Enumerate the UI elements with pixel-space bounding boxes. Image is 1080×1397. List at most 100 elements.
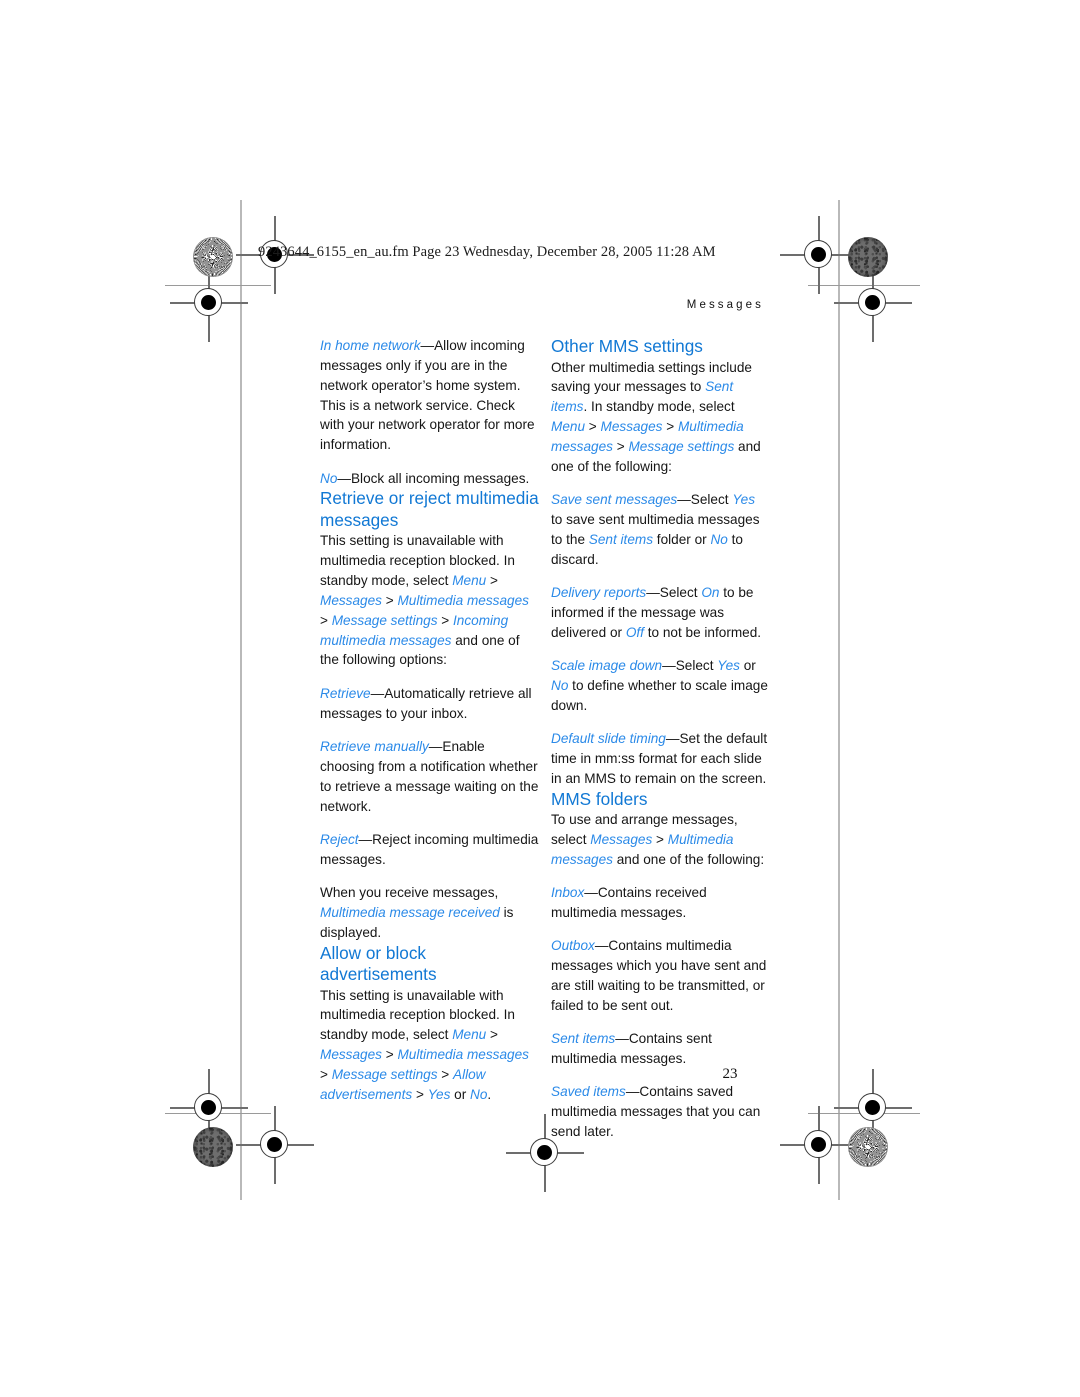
ui-term: No: [551, 677, 569, 693]
body-paragraph: When you receive messages, Multimedia me…: [320, 883, 539, 943]
body-paragraph: Delivery reports—Select On to be informe…: [551, 583, 770, 643]
path-separator: >: [381, 592, 398, 608]
right-column: Other MMS settings Other multimedia setti…: [551, 336, 770, 1142]
registration-dot: [267, 1137, 282, 1152]
registration-mark-bottom-right: [780, 1106, 858, 1184]
registration-mark-upper-right-margin: [834, 264, 912, 342]
registration-dot: [201, 295, 216, 310]
ui-term: Menu: [452, 573, 487, 589]
body-text: —Select: [662, 657, 718, 673]
body-text: or: [450, 1086, 471, 1102]
ui-term: Messages: [590, 831, 653, 847]
body-text: to define whether to scale image down.: [551, 677, 768, 713]
ui-term: Delivery reports: [551, 584, 647, 600]
registration-dot: [201, 1100, 216, 1115]
ui-term: Sent items: [551, 1031, 616, 1047]
body-paragraph: This setting is unavailable with multime…: [320, 531, 539, 670]
path-separator: >: [612, 438, 629, 454]
body-text: to not be informed.: [643, 624, 762, 640]
body-paragraph: Outbox—Contains multimedia messages whic…: [551, 936, 770, 1015]
registration-mark-upper-left-margin: [170, 264, 248, 342]
section-heading: Retrieve or reject multimedia messages: [320, 488, 539, 530]
body-paragraph: In home network—Allow incoming messages …: [320, 336, 539, 455]
ui-term: Default slide timing: [551, 731, 666, 746]
ui-term: No: [710, 531, 728, 547]
ui-term: Retrieve: [320, 685, 371, 701]
ui-term: Yes: [427, 1086, 451, 1102]
section-heading: Other MMS settings: [551, 336, 703, 356]
starburst-target-bottom-right: [848, 1127, 888, 1167]
body-paragraph: Reject—Reject incoming multimedia messag…: [320, 830, 539, 870]
body-paragraph: Sent items—Contains sent multimedia mess…: [551, 1029, 770, 1069]
ui-term: Messages: [600, 419, 663, 435]
body-paragraph: Other multimedia settings include saving…: [551, 358, 770, 477]
guide-line-right: [838, 200, 840, 1200]
body-paragraph: No—Block all incoming messages.: [320, 469, 539, 489]
path-separator: >: [652, 831, 668, 847]
body-paragraph: Default slide timing—Set the default tim…: [551, 729, 770, 789]
body-paragraph: This setting is unavailable with multime…: [320, 986, 539, 1105]
body-text: —Block all incoming messages.: [337, 470, 530, 486]
ui-term: Yes: [717, 657, 740, 673]
path-separator: >: [437, 612, 454, 628]
ui-term: Save sent messages: [551, 492, 678, 508]
guide-line-left: [240, 200, 242, 1200]
ui-term: Multimedia message received: [320, 904, 500, 920]
ui-term: On: [701, 584, 720, 600]
ui-term: Reject: [320, 831, 359, 847]
body-text: . In standby mode, select: [583, 399, 735, 415]
registration-dot: [811, 1137, 826, 1152]
body-text: —Allow incoming messages only if you are…: [320, 338, 535, 453]
ui-term: Multimedia messages: [397, 592, 529, 608]
ui-term: No: [470, 1086, 488, 1102]
path-separator: >: [437, 1066, 454, 1082]
path-separator: >: [486, 1027, 498, 1043]
ui-term: Menu: [452, 1027, 487, 1043]
path-separator: >: [412, 1086, 428, 1102]
path-separator: >: [320, 1066, 332, 1082]
body-text: When you receive messages,: [320, 885, 499, 901]
body-text: folder or: [653, 531, 711, 547]
ui-term: Outbox: [551, 938, 595, 954]
section-heading: Allow or block advertisements: [320, 942, 437, 985]
ui-term: No: [320, 470, 338, 486]
registration-mark-top-right: [780, 216, 858, 294]
registration-mark-bottom-left: [236, 1106, 314, 1184]
path-separator: >: [320, 612, 332, 628]
ui-term: Message settings: [331, 1066, 438, 1082]
body-text: and one of the following:: [612, 851, 765, 867]
path-separator: >: [662, 419, 678, 435]
ui-term: Sent items: [588, 531, 654, 547]
ui-term: Saved items: [551, 1084, 626, 1100]
body-text: or: [739, 657, 756, 673]
registration-mark-lower-right-margin: [834, 1069, 912, 1147]
ui-term: Off: [625, 624, 644, 640]
ui-term: Messages: [320, 592, 382, 608]
path-separator: >: [486, 573, 498, 589]
stipple-target-top-right: [848, 237, 888, 277]
ui-term: Retrieve manually: [320, 739, 429, 754]
ui-term: Scale image down: [551, 657, 663, 673]
body-paragraph: Inbox—Contains received multimedia messa…: [551, 883, 770, 923]
registration-dot: [865, 295, 880, 310]
ui-term: Messages: [320, 1047, 382, 1063]
body-paragraph: Saved items—Contains saved multimedia me…: [551, 1082, 770, 1142]
body-paragraph: Scale image down—Select Yes or No to def…: [551, 656, 770, 716]
page-number: 23: [722, 1066, 738, 1082]
left-column: In home network—Allow incoming messages …: [320, 336, 539, 1105]
registration-dot: [811, 247, 826, 262]
body-text: —Select: [677, 492, 733, 508]
stipple-target-bottom-left: [193, 1127, 233, 1167]
ui-term: Multimedia messages: [397, 1047, 529, 1063]
body-paragraph: To use and arrange messages, select Mess…: [551, 810, 770, 870]
body-text: —Select: [646, 584, 702, 600]
path-separator: >: [381, 1047, 398, 1063]
ui-term: Message settings: [628, 438, 735, 454]
scan-header-line: 9243644_6155_en_au.fm Page 23 Wednesday,…: [258, 244, 716, 260]
ui-term: In home network: [320, 338, 421, 353]
body-paragraph: Save sent messages—Select Yes to save se…: [551, 490, 770, 569]
ui-term: Yes: [732, 492, 756, 508]
ui-term: Menu: [551, 419, 586, 435]
registration-mark-lower-left-margin: [170, 1069, 248, 1147]
registration-dot: [537, 1145, 552, 1160]
